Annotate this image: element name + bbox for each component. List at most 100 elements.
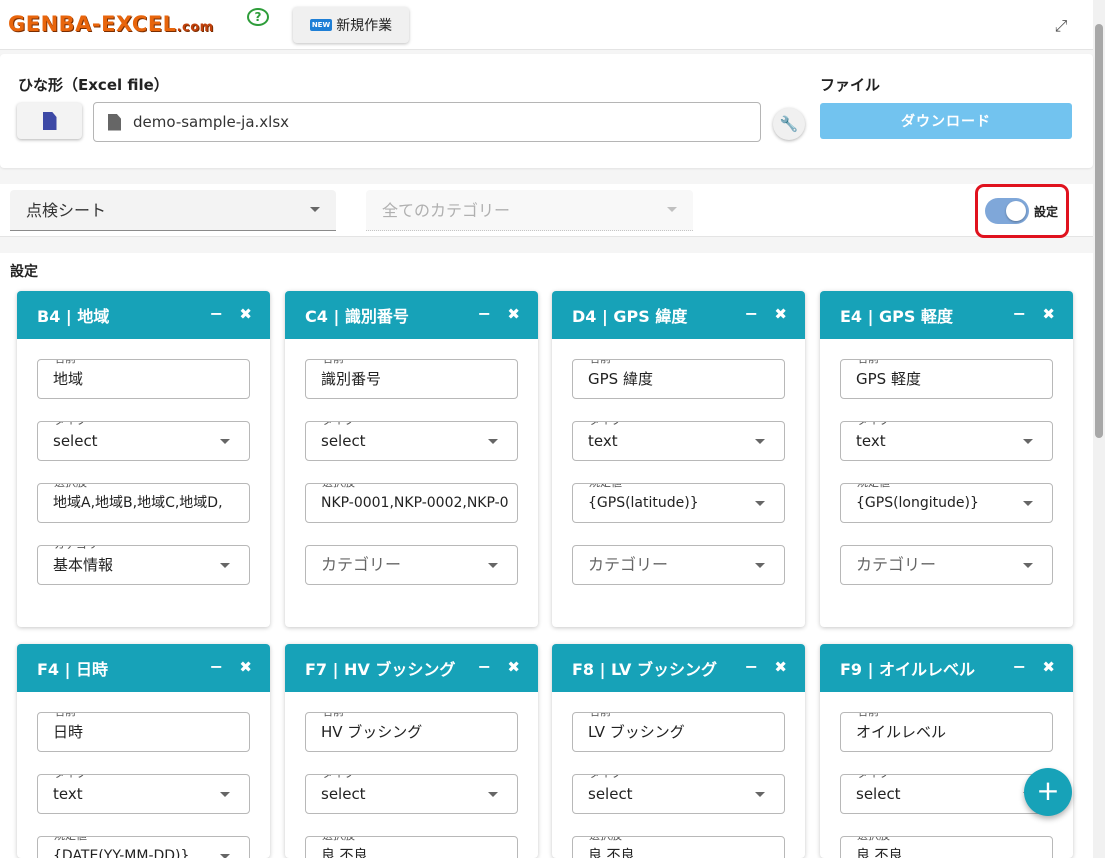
card-title: B4 | 地域 (37, 307, 110, 326)
close-icon[interactable]: ✖ (774, 658, 787, 676)
sheet-select[interactable]: 点検シート (10, 190, 336, 231)
chevron-down-icon (310, 207, 320, 212)
swap-file-icon (42, 112, 57, 130)
default-value-select[interactable]: 規定値 {DATE(YY-MM-DD)} (37, 836, 250, 858)
add-field-button[interactable]: + (1024, 768, 1072, 816)
template-label: ひな形（Excel file） (18, 76, 169, 94)
name-field-value: GPS 緯度 (588, 370, 653, 388)
name-field-label: 名前 (853, 713, 883, 718)
download-button[interactable]: ダウンロード (820, 103, 1072, 139)
third-field-label: 規定値 (853, 484, 894, 489)
third-field-label: 規定値 (585, 484, 626, 489)
minimize-icon[interactable]: − (745, 304, 758, 323)
third-field-value: 良,不良 (588, 848, 635, 858)
chevron-down-icon (488, 792, 498, 797)
name-field[interactable]: 名前 LV ブッシング (572, 712, 785, 752)
file-panel: ひな形（Excel file） ファイル demo-sample-ja.xlsx… (0, 54, 1093, 168)
type-select-value: text (53, 785, 83, 803)
name-field[interactable]: 名前地域 (37, 359, 250, 399)
minimize-icon[interactable]: − (210, 304, 223, 323)
close-icon[interactable]: ✖ (507, 658, 520, 676)
options-field[interactable]: 選択肢良,不良 (305, 836, 518, 858)
name-field-label: 名前 (50, 713, 80, 718)
name-field-value: 地域 (53, 370, 84, 388)
type-select[interactable]: タイプ text (572, 421, 785, 461)
page-scrollbar[interactable] (1093, 0, 1105, 858)
chevron-down-icon (1023, 563, 1033, 568)
type-select[interactable]: タイプ select (305, 421, 518, 461)
options-field[interactable]: 選択肢良,不良 (572, 836, 785, 858)
chevron-down-icon (1023, 439, 1033, 444)
scrollbar-thumb[interactable] (1095, 24, 1103, 438)
category-select[interactable]: カテゴリー (305, 545, 518, 585)
logo[interactable]: GENBA-EXCEL.com (8, 12, 214, 36)
minimize-icon[interactable]: − (478, 657, 491, 676)
third-field-label: 選択肢 (318, 837, 359, 842)
type-select[interactable]: タイプ select (572, 774, 785, 814)
file-section-label: ファイル (820, 76, 881, 94)
category-select[interactable]: カテゴリー基本情報 (37, 545, 250, 585)
name-field[interactable]: 名前 GPS 軽度 (840, 359, 1053, 399)
close-icon[interactable]: ✖ (1042, 305, 1055, 323)
field-card: F7 | HV ブッシング −✖ 名前 HV ブッシングタイプ select 選択肢良,不… (285, 644, 538, 858)
type-select-value: text (588, 432, 618, 450)
category-select-placeholder: カテゴリー (321, 555, 402, 574)
minimize-icon[interactable]: − (745, 657, 758, 676)
card-header: F8 | LV ブッシング − ✖ (552, 644, 805, 692)
card-title: E4 | GPS 軽度 (840, 307, 954, 326)
category-select[interactable]: カテゴリー (840, 545, 1053, 585)
new-badge-icon: NEW (309, 19, 333, 31)
options-field[interactable]: 選択肢良,不良 (840, 836, 1053, 858)
new-task-button[interactable]: NEW 新規作業 (293, 7, 409, 43)
type-select[interactable]: タイプ text (840, 421, 1053, 461)
close-icon[interactable]: ✖ (1042, 658, 1055, 676)
name-field[interactable]: 名前識別番号 (305, 359, 518, 399)
name-field[interactable]: 名前日時 (37, 712, 250, 752)
chevron-down-icon (755, 501, 765, 506)
category-filter-select[interactable]: 全てのカテゴリー (366, 190, 693, 231)
chevron-down-icon (220, 854, 230, 858)
name-field[interactable]: 名前オイルレベル (840, 712, 1053, 752)
type-select-label: タイプ (318, 775, 359, 780)
third-field-label: 選択肢 (318, 484, 359, 489)
close-icon[interactable]: ✖ (774, 305, 787, 323)
close-icon[interactable]: ✖ (239, 305, 252, 323)
expand-icon[interactable]: ⤢ (1052, 17, 1070, 35)
minimize-icon[interactable]: − (478, 304, 491, 323)
close-icon[interactable]: ✖ (239, 658, 252, 676)
settings-toggle[interactable] (985, 198, 1029, 224)
logo-text: GENBA-EXCEL (8, 12, 177, 36)
type-select-label: タイプ (585, 422, 626, 427)
chevron-down-icon (488, 563, 498, 568)
card-header: E4 | GPS 軽度 − ✖ (820, 291, 1073, 339)
type-select[interactable]: タイプ select (840, 774, 1053, 814)
third-field-label: 規定値 (50, 837, 91, 842)
category-select[interactable]: カテゴリー (572, 545, 785, 585)
minimize-icon[interactable]: − (1013, 304, 1026, 323)
minimize-icon[interactable]: − (1013, 657, 1026, 676)
type-select[interactable]: タイプ text (37, 774, 250, 814)
default-value-select[interactable]: 規定値 {GPS(latitude)} (572, 483, 785, 523)
options-field[interactable]: 選択肢 NKP-0001,NKP-0002,NKP-0 (305, 483, 518, 523)
close-icon[interactable]: ✖ (507, 305, 520, 323)
template-file-field[interactable]: demo-sample-ja.xlsx (93, 102, 761, 142)
third-field-value: 地域A,地域B,地域C,地域D, (53, 495, 223, 511)
name-field-value: オイルレベル (856, 723, 947, 741)
type-select-value: select (321, 432, 366, 450)
chevron-down-icon (220, 563, 230, 568)
name-field[interactable]: 名前 GPS 緯度 (572, 359, 785, 399)
default-value-select[interactable]: 規定値 {GPS(longitude)} (840, 483, 1053, 523)
type-select[interactable]: タイプ select (37, 421, 250, 461)
swap-template-button[interactable] (17, 103, 82, 139)
help-icon[interactable]: ? (247, 8, 269, 26)
chevron-down-icon (755, 439, 765, 444)
settings-toggle-highlight: 設定 (975, 184, 1069, 238)
wrench-button[interactable]: 🔧 (773, 108, 805, 140)
field-card: C4 | 識別番号 −✖ 名前識別番号タイプ select 選択肢 NKP-0001,NK… (285, 291, 538, 627)
name-field[interactable]: 名前 HV ブッシング (305, 712, 518, 752)
options-field[interactable]: 選択肢地域A,地域B,地域C,地域D, (37, 483, 250, 523)
type-select[interactable]: タイプ select (305, 774, 518, 814)
third-field-value: NKP-0001,NKP-0002,NKP-0 (321, 495, 509, 511)
minimize-icon[interactable]: − (210, 657, 223, 676)
name-field-label: 名前 (853, 360, 883, 365)
